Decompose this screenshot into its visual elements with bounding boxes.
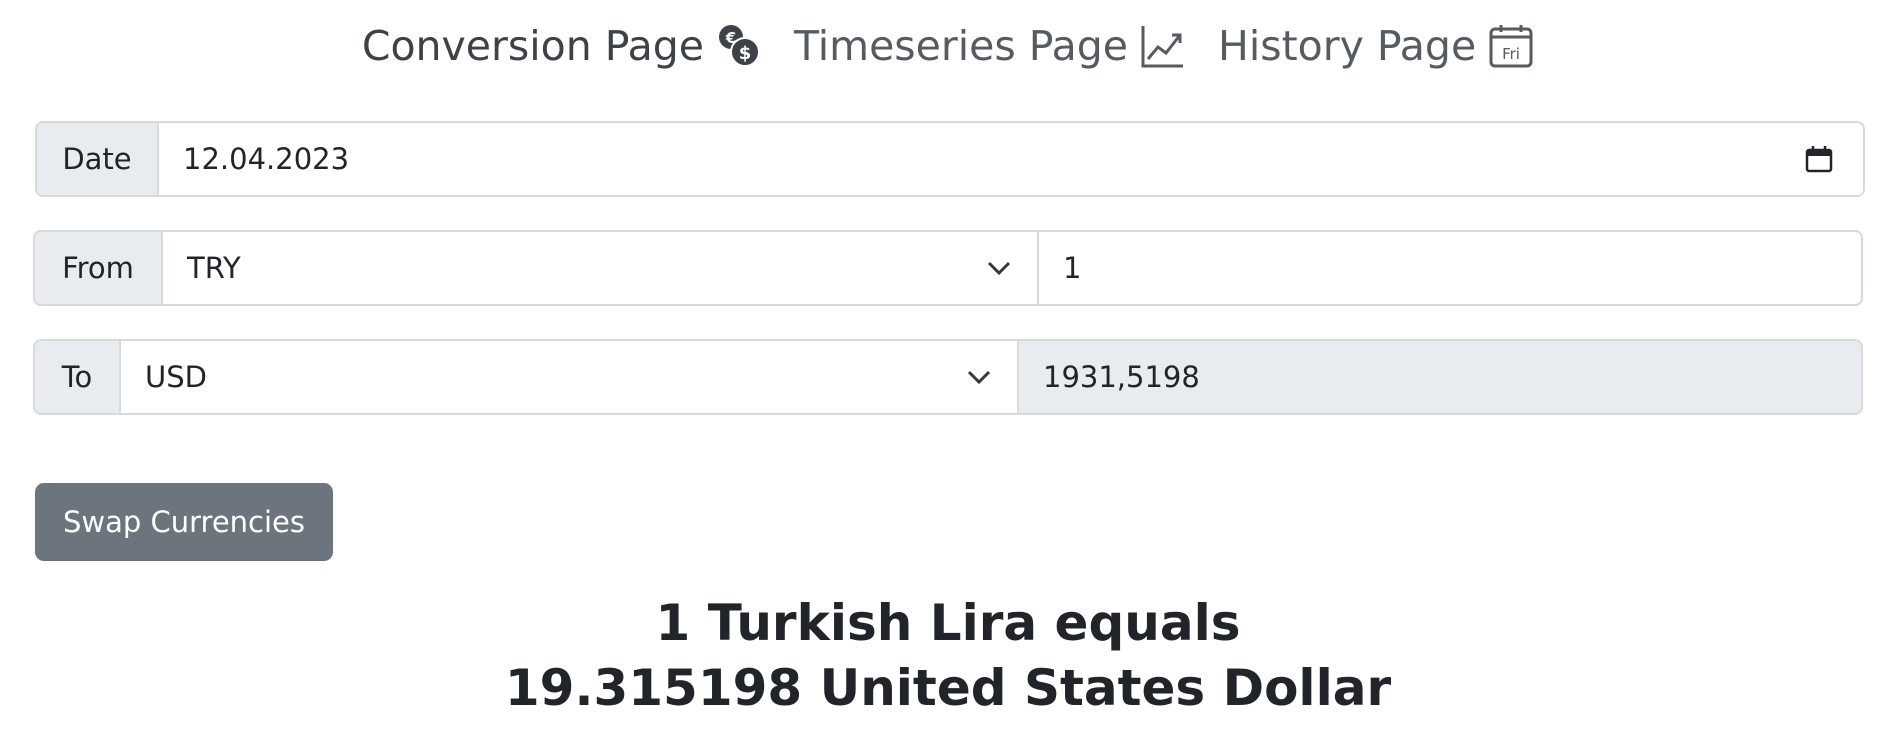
nav-timeseries-label: Timeseries Page bbox=[793, 22, 1129, 70]
date-value: 12.04.2023 bbox=[183, 142, 350, 176]
to-currency-value: USD bbox=[145, 360, 207, 394]
date-label: Date bbox=[37, 123, 159, 195]
line-chart-icon bbox=[1140, 23, 1186, 69]
nav-timeseries-page[interactable]: Timeseries Page bbox=[794, 22, 1186, 70]
calendar-icon: Fri bbox=[1488, 23, 1534, 69]
calendar-picker-icon[interactable] bbox=[1805, 145, 1833, 173]
from-currency-select[interactable]: TRY bbox=[163, 232, 1037, 304]
to-amount-output: 1931,5198 bbox=[1017, 341, 1861, 413]
coins-euro-dollar-icon: € $ bbox=[716, 23, 762, 69]
date-input[interactable]: 12.04.2023 bbox=[159, 123, 1863, 195]
from-input-group: From TRY 1 bbox=[33, 230, 1863, 306]
to-input-group: To USD 1931,5198 bbox=[33, 339, 1863, 415]
from-currency-value: TRY bbox=[187, 251, 241, 285]
result-line-1: 1 Turkish Lira equals bbox=[655, 594, 1241, 652]
to-currency-select[interactable]: USD bbox=[121, 341, 1017, 413]
to-amount-value: 1931,5198 bbox=[1043, 360, 1200, 394]
svg-text:$: $ bbox=[739, 43, 752, 64]
swap-currencies-button[interactable]: Swap Currencies bbox=[35, 483, 333, 561]
from-amount-input[interactable]: 1 bbox=[1037, 232, 1861, 304]
chevron-down-icon bbox=[967, 370, 991, 384]
date-input-group: Date 12.04.2023 bbox=[35, 121, 1865, 197]
from-amount-value: 1 bbox=[1063, 251, 1082, 285]
result-line-2: 19.315198 United States Dollar bbox=[504, 659, 1392, 717]
nav-conversion-page[interactable]: Conversion Page € $ bbox=[362, 22, 762, 70]
chevron-down-icon bbox=[987, 261, 1011, 275]
calendar-icon-text: Fri bbox=[1502, 45, 1520, 63]
nav-conversion-label: Conversion Page bbox=[361, 22, 704, 70]
to-label: To bbox=[35, 341, 121, 413]
nav-history-label: History Page bbox=[1218, 22, 1477, 70]
top-navigation: Conversion Page € $ Timeseries Page Hist… bbox=[0, 22, 1896, 70]
from-label: From bbox=[35, 232, 163, 304]
nav-history-page[interactable]: History Page Fri bbox=[1218, 22, 1534, 70]
